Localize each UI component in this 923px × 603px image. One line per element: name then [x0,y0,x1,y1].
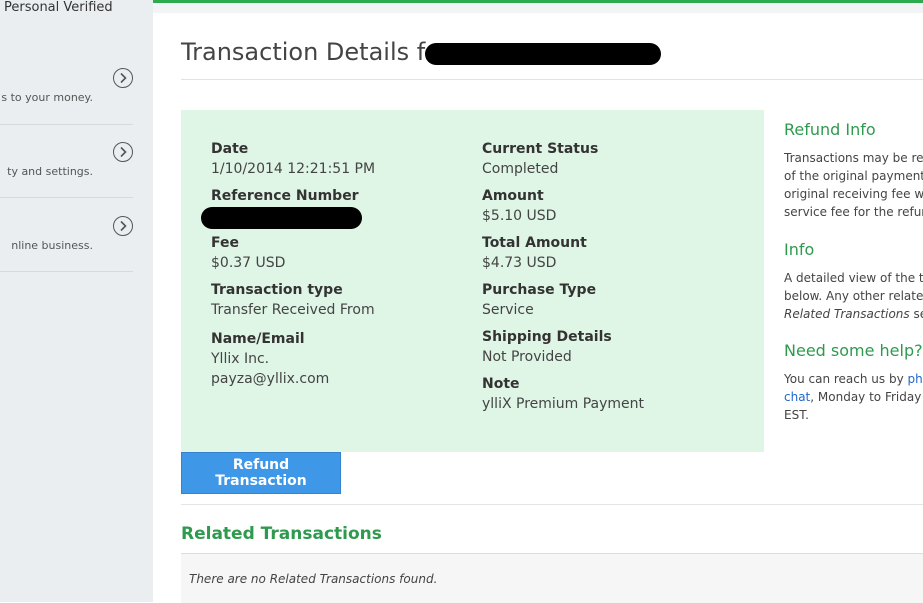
refund-info-text: of the original payment [784,167,923,185]
shipping-value: Not Provided [482,347,612,367]
info-text: below. Any other relate [784,287,923,305]
info-text: Related Transactions sec [784,305,923,323]
amount-label: Amount [482,187,556,206]
total-amount-value: $4.73 USD [482,253,587,273]
redaction-mark [201,207,362,229]
section-divider [181,504,923,505]
amount-field: Amount $5.10 USD [482,187,556,226]
purchase-type-label: Purchase Type [482,281,596,300]
name-value: Yllix Inc. [211,349,329,369]
total-amount-label: Total Amount [482,234,587,253]
related-transactions-list: There are no Related Transactions found. [181,553,923,603]
sidebar-item-3[interactable]: nline business. [0,198,133,272]
help-text-prefix: You can reach us by [784,372,908,386]
chevron-right-icon[interactable] [113,216,133,236]
chevron-right-icon[interactable] [113,142,133,162]
help-text: You can reach us by pho [784,370,923,388]
help-text: EST. [784,406,923,424]
shipping-field: Shipping Details Not Provided [482,328,612,367]
help-text-rest: , Monday to Friday [810,390,921,404]
note-label: Note [482,375,644,394]
email-value: payza@yllix.com [211,369,329,389]
phone-link[interactable]: pho [908,372,923,386]
name-email-label: Name/Email [211,330,329,349]
reference-label: Reference Number [211,187,359,206]
purchase-type-value: Service [482,300,596,320]
page-title: Transaction Details for [181,38,450,66]
help-text: chat, Monday to Friday [784,388,923,406]
empty-message: There are no Related Transactions found. [189,572,437,586]
date-field: Date 1/10/2014 12:21:51 PM [211,140,375,179]
sidebar-item-text: ty and settings. [7,165,93,178]
amount-value: $5.10 USD [482,206,556,226]
fee-field: Fee $0.37 USD [211,234,285,273]
purchase-type-field: Purchase Type Service [482,281,596,320]
total-amount-field: Total Amount $4.73 USD [482,234,587,273]
refund-info-text: original receiving fee wi [784,185,923,203]
sidebar-item-2[interactable]: ty and settings. [0,124,133,198]
sidebar: Personal Verified s to your money. ty an… [0,0,153,602]
status-label: Current Status [482,140,598,159]
sidebar-item-text: s to your money. [1,91,93,104]
date-label: Date [211,140,375,159]
refund-transaction-button[interactable]: Refund Transaction [181,452,341,494]
type-field: Transaction type Transfer Received From [211,281,375,320]
help-column: Refund Info Transactions may be re of th… [784,118,923,424]
status-value: Completed [482,159,598,179]
title-divider [181,79,923,80]
type-value: Transfer Received From [211,300,375,320]
sidebar-item-1[interactable]: s to your money. [0,51,133,125]
shipping-label: Shipping Details [482,328,612,347]
sidebar-item-text: nline business. [11,239,93,252]
info-text: A detailed view of the tr [784,269,923,287]
info-heading: Info [784,240,923,260]
date-value: 1/10/2014 12:21:51 PM [211,159,375,179]
related-transactions-heading: Related Transactions [181,524,382,544]
note-value: ylliX Premium Payment [482,394,644,414]
note-field: Note ylliX Premium Payment [482,375,644,414]
type-label: Transaction type [211,281,375,300]
chat-link[interactable]: chat [784,390,810,404]
redaction-mark [425,43,661,65]
refund-info-heading: Refund Info [784,120,923,140]
related-transactions-ref: Related Transactions [784,307,910,321]
refund-info-text: Transactions may be re [784,149,923,167]
info-text-rest: sec [910,307,923,321]
fee-value: $0.37 USD [211,253,285,273]
name-email-field: Name/Email Yllix Inc. payza@yllix.com [211,330,329,389]
fee-label: Fee [211,234,285,253]
top-strip [153,3,923,13]
account-status: Personal Verified [4,0,113,15]
refund-info-text: service fee for the refun [784,203,923,221]
status-field: Current Status Completed [482,140,598,179]
need-help-heading: Need some help? [784,341,923,361]
chevron-right-icon[interactable] [113,68,133,88]
reference-field: Reference Number [211,187,359,206]
